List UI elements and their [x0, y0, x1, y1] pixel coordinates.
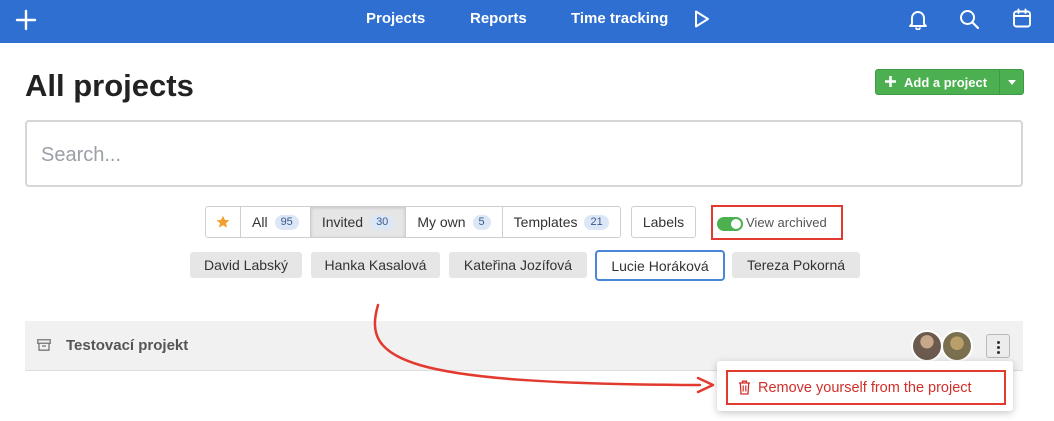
tab-label: All — [252, 214, 268, 230]
page-title: All projects — [25, 68, 194, 103]
nav-projects-link[interactable]: Projects — [366, 10, 425, 28]
person-chip-lucie[interactable]: Lucie Horáková — [595, 250, 725, 281]
nav-reports-link[interactable]: Reports — [470, 10, 527, 28]
person-chip-david[interactable]: David Labský — [190, 252, 302, 278]
top-navigation-bar: Projects Reports Time tracking — [0, 0, 1054, 43]
labels-button[interactable]: Labels — [631, 206, 696, 238]
calendar-icon[interactable] — [1011, 7, 1033, 29]
archive-icon — [37, 339, 51, 351]
add-project-button[interactable]: Add a project — [875, 69, 1024, 95]
tab-label: Invited — [321, 214, 364, 230]
toggle-switch[interactable] — [717, 217, 743, 231]
count-badge: 5 — [472, 214, 491, 230]
favorites-filter-button[interactable] — [206, 207, 241, 237]
count-badge: 95 — [274, 214, 299, 230]
count-badge: 21 — [584, 214, 609, 230]
bell-icon[interactable] — [907, 8, 929, 30]
filter-tabs: All 95 Invited 30 My own 5 Templates 21 — [205, 206, 621, 238]
tab-label: Templates — [513, 214, 578, 230]
count-badge: 30 — [370, 214, 395, 230]
toggle-knob — [731, 219, 741, 229]
more-options-button[interactable] — [986, 334, 1010, 358]
dot — [997, 351, 1000, 354]
project-name[interactable]: Testovací projekt — [66, 337, 188, 354]
tab-templates[interactable]: Templates 21 — [503, 207, 620, 237]
avatar — [911, 330, 943, 362]
star-icon — [216, 215, 230, 228]
project-context-menu: Remove yourself from the project — [717, 361, 1013, 411]
tab-invited[interactable]: Invited 30 — [310, 207, 407, 237]
search-icon[interactable] — [958, 8, 980, 30]
plus-icon — [885, 76, 896, 87]
search-input[interactable] — [41, 142, 1001, 168]
chevron-down-icon[interactable] — [1008, 80, 1016, 85]
person-chip-katerina[interactable]: Kateřina Jozífová — [449, 252, 587, 278]
dot — [997, 341, 1000, 344]
nav-time-tracking-link[interactable]: Time tracking — [571, 10, 668, 28]
divider — [999, 70, 1000, 94]
add-project-label: Add a project — [904, 75, 988, 90]
plus-icon[interactable] — [14, 8, 38, 32]
tab-my-own[interactable]: My own 5 — [406, 207, 503, 237]
view-archived-label: View archived — [746, 215, 827, 230]
person-chip-hanka[interactable]: Hanka Kasalová — [311, 252, 440, 278]
tab-all[interactable]: All 95 — [241, 207, 311, 237]
avatar — [941, 330, 973, 362]
remove-yourself-menu-item[interactable]: Remove yourself from the project — [726, 370, 1006, 405]
person-chip-tereza[interactable]: Tereza Pokorná — [732, 252, 860, 278]
play-icon[interactable] — [693, 9, 711, 29]
search-box — [25, 120, 1023, 187]
remove-yourself-label: Remove yourself from the project — [758, 379, 972, 396]
trash-icon — [739, 380, 750, 395]
view-archived-toggle[interactable]: View archived — [711, 205, 843, 240]
dot — [997, 346, 1000, 349]
tab-label: My own — [417, 214, 466, 230]
